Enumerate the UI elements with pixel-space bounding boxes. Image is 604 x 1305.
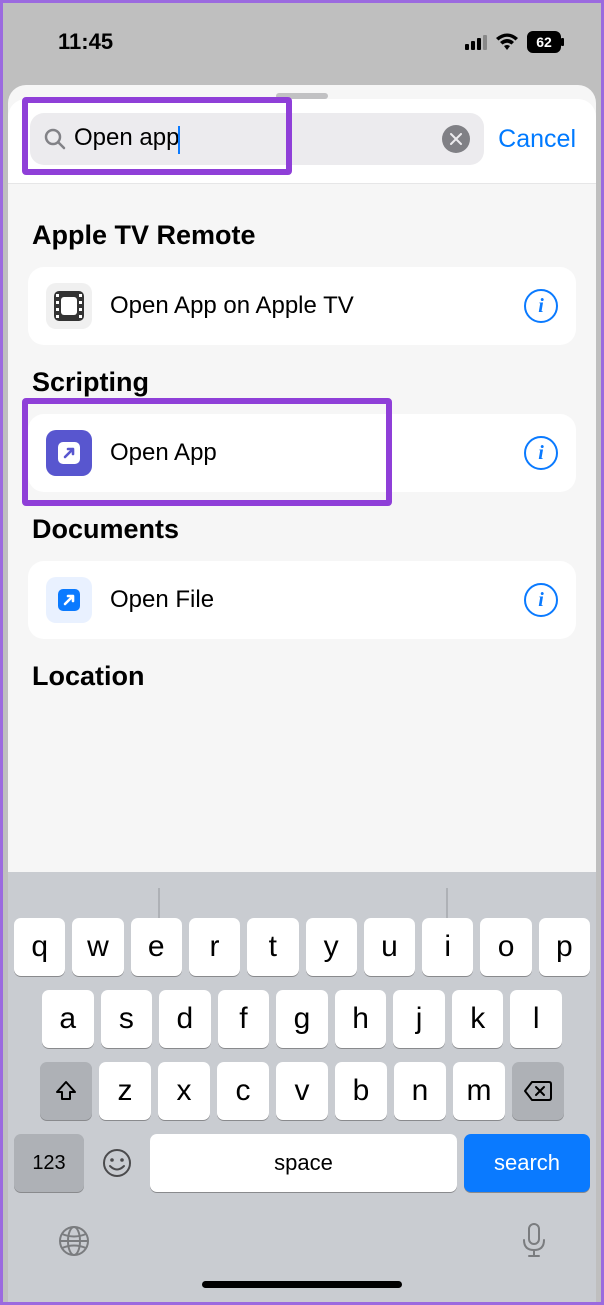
globe-icon[interactable]	[56, 1223, 92, 1264]
action-label: Open File	[110, 586, 506, 614]
clock: 11:45	[58, 29, 113, 55]
key-h[interactable]: h	[335, 990, 387, 1048]
home-indicator[interactable]	[202, 1281, 402, 1288]
key-e[interactable]: e	[131, 918, 182, 976]
key-a[interactable]: a	[42, 990, 94, 1048]
key-p[interactable]: p	[539, 918, 590, 976]
key-g[interactable]: g	[276, 990, 328, 1048]
action-open-app-apple-tv[interactable]: Open App on Apple TV i	[28, 267, 576, 345]
info-icon[interactable]: i	[524, 436, 558, 470]
open-file-icon	[46, 577, 92, 623]
search-key[interactable]: search	[464, 1134, 590, 1192]
action-label: Open App	[110, 439, 506, 467]
key-c[interactable]: c	[217, 1062, 269, 1120]
action-label: Open App on Apple TV	[110, 292, 506, 320]
space-key[interactable]: space	[150, 1134, 457, 1192]
key-y[interactable]: y	[306, 918, 357, 976]
search-input-value: Open app	[74, 124, 179, 151]
results-list: Apple TV Remote Open App on Apple TV i S…	[8, 184, 596, 872]
action-open-file[interactable]: Open File i	[28, 561, 576, 639]
key-q[interactable]: q	[14, 918, 65, 976]
cancel-button[interactable]: Cancel	[498, 125, 576, 154]
key-v[interactable]: v	[276, 1062, 328, 1120]
shift-key[interactable]	[40, 1062, 92, 1120]
section-documents: Documents	[32, 514, 572, 545]
emoji-key[interactable]	[91, 1134, 143, 1192]
open-app-icon	[46, 430, 92, 476]
key-o[interactable]: o	[480, 918, 531, 976]
key-i[interactable]: i	[422, 918, 473, 976]
action-open-app[interactable]: Open App i	[28, 414, 576, 492]
key-m[interactable]: m	[453, 1062, 505, 1120]
mic-icon[interactable]	[520, 1222, 548, 1265]
key-r[interactable]: r	[189, 918, 240, 976]
key-d[interactable]: d	[159, 990, 211, 1048]
film-frame-icon	[46, 283, 92, 329]
status-bar: 11:45 62	[3, 3, 601, 81]
key-j[interactable]: j	[393, 990, 445, 1048]
key-b[interactable]: b	[335, 1062, 387, 1120]
numbers-key[interactable]: 123	[14, 1134, 84, 1192]
info-icon[interactable]: i	[524, 289, 558, 323]
battery-icon: 62	[527, 31, 561, 53]
search-field[interactable]: Open app	[30, 113, 484, 165]
search-icon	[44, 128, 66, 150]
key-s[interactable]: s	[101, 990, 153, 1048]
clear-icon[interactable]	[442, 125, 470, 153]
cellular-icon	[465, 35, 487, 50]
key-k[interactable]: k	[452, 990, 504, 1048]
key-x[interactable]: x	[158, 1062, 210, 1120]
key-z[interactable]: z	[99, 1062, 151, 1120]
key-u[interactable]: u	[364, 918, 415, 976]
key-l[interactable]: l	[510, 990, 562, 1048]
info-icon[interactable]: i	[524, 583, 558, 617]
key-f[interactable]: f	[218, 990, 270, 1048]
wifi-icon	[495, 33, 519, 51]
keyboard: qwertyuiop asdfghjkl zxcvbnm 123 space s…	[8, 872, 596, 1302]
section-location: Location	[32, 661, 572, 692]
action-sheet: Open app Cancel Apple TV Remote Open App…	[8, 85, 596, 1302]
key-t[interactable]: t	[247, 918, 298, 976]
section-scripting: Scripting	[32, 367, 572, 398]
section-apple-tv-remote: Apple TV Remote	[32, 220, 572, 251]
backspace-key[interactable]	[512, 1062, 564, 1120]
key-n[interactable]: n	[394, 1062, 446, 1120]
key-w[interactable]: w	[72, 918, 123, 976]
